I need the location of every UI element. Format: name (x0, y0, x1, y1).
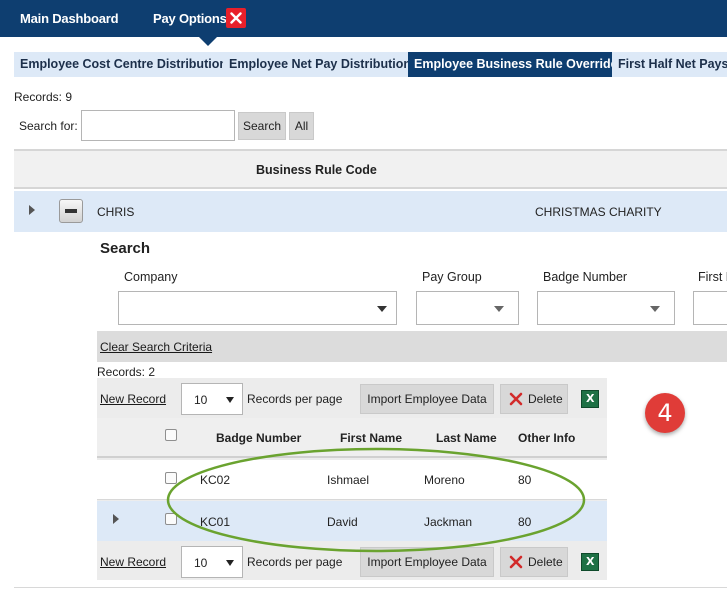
other-info-cell: 80 (518, 473, 532, 487)
clear-search-criteria-link[interactable]: Clear Search Criteria (100, 340, 212, 354)
records-summary: Records: 9 (14, 90, 72, 104)
close-icon[interactable] (226, 8, 246, 28)
import-employee-data-button[interactable]: Import Employee Data (360, 384, 494, 414)
inner-records-summary: Records: 2 (97, 365, 155, 379)
search-section-title: Search (100, 240, 151, 257)
last-name-cell: Moreno (424, 473, 465, 487)
row-checkbox[interactable] (165, 472, 177, 484)
badge-number-cell: KC01 (200, 515, 231, 529)
grid-header-row: Business Rule Code (14, 149, 727, 189)
delete-label: Delete (528, 555, 563, 569)
chevron-down-icon (650, 306, 660, 312)
row-checkbox[interactable] (165, 513, 177, 525)
import-employee-data-button-bottom[interactable]: Import Employee Data (360, 547, 494, 577)
records-per-page-label: Records per page (247, 392, 343, 406)
records-count: 2 (148, 365, 156, 379)
page-size-value: 10 (194, 556, 208, 570)
clear-criteria-bar: Clear Search Criteria (97, 331, 727, 362)
divider (14, 587, 727, 588)
delete-icon (509, 555, 523, 569)
chevron-down-icon (494, 306, 504, 312)
badge-number-select[interactable] (537, 291, 675, 325)
business-rule-description-cell: CHRISTMAS CHARITY (535, 205, 662, 219)
page-size-select[interactable]: 10 (181, 383, 243, 415)
page-size-value: 10 (194, 393, 208, 407)
active-nav-indicator (199, 37, 217, 46)
badge-number-label: Badge Number (543, 270, 628, 284)
top-navigation-bar: Main Dashboard Pay Options (0, 0, 727, 37)
records-count: 9 (65, 90, 73, 104)
tab-employee-net-pay-distribution[interactable]: Employee Net Pay Distribution (223, 52, 417, 77)
search-button[interactable]: Search (238, 112, 286, 140)
expand-row-icon[interactable] (29, 205, 35, 215)
new-record-link[interactable]: New Record (100, 392, 166, 406)
tab-employee-business-rule-override[interactable]: Employee Business Rule Override (408, 52, 624, 77)
select-all-checkbox[interactable] (165, 429, 177, 441)
column-header-last-name[interactable]: Last Name (436, 431, 497, 445)
search-for-label: Search for: (19, 119, 78, 133)
delete-button[interactable]: Delete (500, 384, 568, 414)
other-info-cell: 80 (518, 515, 532, 529)
chevron-down-icon (377, 306, 387, 312)
all-button[interactable]: All (289, 112, 314, 140)
collapse-detail-button[interactable] (59, 199, 83, 223)
column-header-business-rule-code[interactable]: Business Rule Code (256, 163, 377, 177)
tab-first-half-net-pays[interactable]: First Half Net Pays (612, 52, 727, 77)
column-header-other-info[interactable]: Other Info (518, 431, 575, 445)
page-size-select-bottom[interactable]: 10 (181, 546, 243, 578)
expand-row-icon[interactable] (113, 514, 119, 524)
excel-icon[interactable] (581, 553, 599, 571)
step-number-badge: 4 (645, 393, 685, 433)
delete-label: Delete (528, 392, 563, 406)
delete-button-bottom[interactable]: Delete (500, 547, 568, 577)
table-row[interactable]: KC01 David Jackman 80 (97, 501, 607, 541)
badge-number-cell: KC02 (200, 473, 231, 487)
table-row[interactable]: KC02 Ishmael Moreno 80 (97, 460, 607, 500)
pay-group-select[interactable] (416, 291, 519, 325)
last-name-cell: Jackman (424, 515, 473, 529)
records-label: Records: (14, 90, 63, 104)
first-name-cell: David (327, 515, 358, 529)
tab-employee-cost-centre-distribution[interactable]: Employee Cost Centre Distribution (14, 52, 233, 77)
delete-icon (509, 392, 523, 406)
first-name-cell: Ishmael (327, 473, 370, 487)
new-record-link-bottom[interactable]: New Record (100, 555, 166, 569)
employee-grid-header: Badge Number First Name Last Name Other … (97, 418, 607, 458)
first-name-input[interactable] (693, 291, 727, 325)
records-label: Records: (97, 365, 146, 379)
chevron-down-icon (226, 397, 234, 403)
first-name-label: First N (698, 270, 727, 284)
excel-icon[interactable] (581, 390, 599, 408)
column-header-badge-number[interactable]: Badge Number (216, 431, 301, 445)
table-row[interactable]: CHRIS CHRISTMAS CHARITY (14, 191, 727, 232)
records-per-page-label-bottom: Records per page (247, 555, 343, 569)
column-header-first-name[interactable]: First Name (340, 431, 402, 445)
company-select[interactable] (118, 291, 397, 325)
pay-group-label: Pay Group (422, 270, 482, 284)
company-label: Company (124, 270, 178, 284)
search-input[interactable] (81, 110, 235, 141)
nav-main-dashboard[interactable]: Main Dashboard (20, 11, 119, 26)
chevron-down-icon (226, 560, 234, 566)
nav-pay-options[interactable]: Pay Options (153, 11, 227, 26)
business-rule-code-cell: CHRIS (97, 205, 135, 219)
